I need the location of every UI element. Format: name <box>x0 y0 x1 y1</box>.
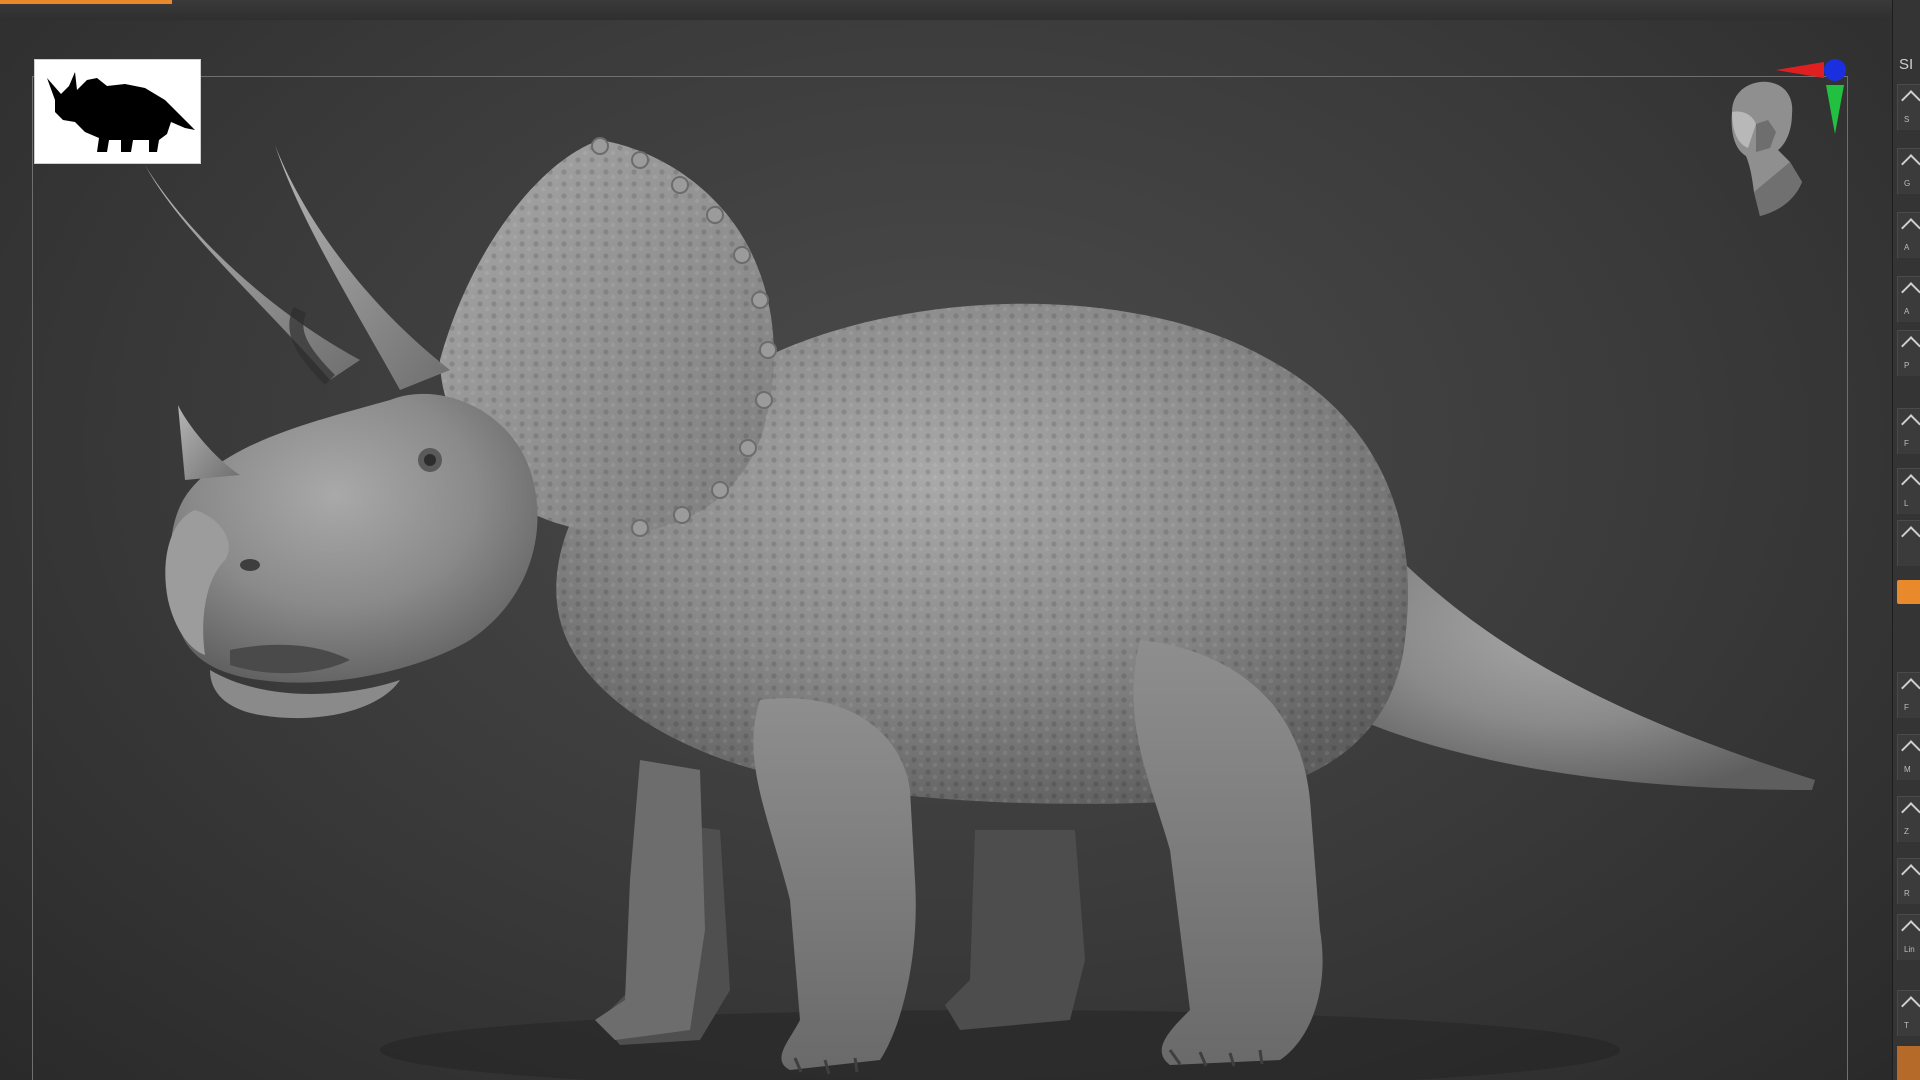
brow-horn-left <box>145 165 360 380</box>
shelf-button-8[interactable] <box>1897 520 1920 566</box>
shelf-button-12[interactable]: R <box>1897 858 1920 904</box>
shelf-bottom-accent <box>1897 1046 1920 1080</box>
shelf-button-label: F <box>1904 439 1909 448</box>
shelf-button-14[interactable]: T <box>1897 990 1920 1036</box>
shelf-button-label: Z <box>1904 827 1909 836</box>
shelf-button-5[interactable]: P <box>1897 330 1920 376</box>
shelf-button-label: G <box>1904 179 1911 188</box>
arrow-up-icon <box>1901 282 1920 302</box>
shelf-button-label: L <box>1904 499 1909 508</box>
arrow-up-icon <box>1901 474 1920 494</box>
arrow-up-icon <box>1901 802 1920 822</box>
shelf-button-7[interactable]: L <box>1897 468 1920 514</box>
triceratops-silhouette-icon <box>47 72 195 152</box>
shelf-button-9[interactable]: F <box>1897 672 1920 718</box>
shelf-title: SI <box>1899 56 1914 73</box>
arrow-up-icon <box>1901 740 1920 760</box>
shelf-button-label: F <box>1904 703 1909 712</box>
arrow-up-icon <box>1901 996 1920 1016</box>
shelf-button-6[interactable]: F <box>1897 408 1920 454</box>
app-window: SI S G A A P F L F M Z R Lin T <box>0 0 1920 1080</box>
arrow-up-icon <box>1901 218 1920 238</box>
shelf-button-3[interactable]: A <box>1897 212 1920 258</box>
arrow-up-icon <box>1901 526 1920 546</box>
shelf-button-4[interactable]: A <box>1897 276 1920 322</box>
shelf-button-2[interactable]: G <box>1897 148 1920 194</box>
shelf-button-label: T <box>1904 1021 1909 1030</box>
right-shelf: SI S G A A P F L F M Z R Lin T <box>1892 0 1920 1080</box>
shelf-button-13[interactable]: Lin <box>1897 914 1920 960</box>
y-axis-arrow-icon[interactable] <box>1826 85 1844 134</box>
head-navigator-icon[interactable] <box>1731 81 1802 216</box>
shelf-button-10[interactable]: M <box>1897 734 1920 780</box>
nose-horn <box>178 405 240 480</box>
nostril <box>240 559 260 571</box>
shelf-button-label: P <box>1904 361 1910 370</box>
z-axis-dot-icon[interactable] <box>1824 59 1846 81</box>
arrow-up-icon <box>1901 414 1920 434</box>
shelf-button-label: A <box>1904 243 1910 252</box>
arrow-up-icon <box>1901 920 1920 940</box>
view-navigator[interactable] <box>1712 52 1862 222</box>
triceratops-model[interactable] <box>0 0 1892 1080</box>
shelf-button-1[interactable]: S <box>1897 84 1920 130</box>
inner-front-leg <box>595 760 705 1040</box>
shelf-button-label: A <box>1904 307 1910 316</box>
arrow-up-icon <box>1901 336 1920 356</box>
arrow-up-icon <box>1901 90 1920 110</box>
shelf-button-label: R <box>1904 889 1910 898</box>
shelf-button-11[interactable]: Z <box>1897 796 1920 842</box>
x-axis-arrow-icon[interactable] <box>1776 62 1824 78</box>
shelf-button-label: M <box>1904 765 1911 774</box>
arrow-up-icon <box>1901 154 1920 174</box>
tail <box>1360 540 1815 790</box>
model-thumbnail[interactable] <box>34 59 201 164</box>
shelf-button-label: Lin <box>1904 945 1915 954</box>
arrow-up-icon <box>1901 678 1920 698</box>
shelf-active-toggle[interactable] <box>1897 580 1920 604</box>
shelf-button-label: S <box>1904 115 1910 124</box>
arrow-up-icon <box>1901 864 1920 884</box>
